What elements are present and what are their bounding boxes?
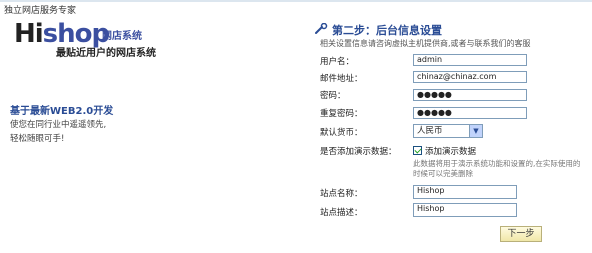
username-input[interactable]: admin	[413, 54, 527, 66]
chevron-down-icon[interactable]: ▼	[469, 125, 482, 137]
step-title: 第二步：后台信息设置	[332, 24, 442, 37]
header-tagline: 独立网店服务专家	[4, 6, 77, 16]
email-input[interactable]: chinaz@chinaz.com	[413, 71, 527, 83]
demo-data-note: 此数据将用于演示系统功能和设置的,在实际使用的时候可以完美删除	[413, 159, 581, 178]
top-strip	[0, 0, 592, 2]
confirm-password-label: 重复密码：	[320, 109, 363, 119]
currency-selected: 人民币	[417, 126, 443, 136]
brand-slogan: 最贴近用户的网店系统	[56, 48, 156, 59]
email-label: 邮件地址：	[320, 74, 363, 84]
store-desc-label: 站点描述：	[320, 208, 363, 218]
username-label: 用户名：	[320, 57, 355, 67]
demo-data-label: 是否添加演示数据：	[320, 147, 397, 157]
currency-label: 默认货币：	[320, 128, 363, 138]
demo-data-checkbox[interactable]	[413, 146, 422, 155]
store-desc-input[interactable]: Hishop	[413, 203, 517, 217]
left-panel-title: 基于最新WEB2.0开发	[10, 106, 114, 117]
store-name-input[interactable]: Hishop	[413, 185, 517, 199]
left-panel-desc: 使您在同行业中遥遥领先,轻松随眼可手!	[10, 120, 107, 144]
wrench-icon	[315, 23, 328, 34]
store-name-label: 站点名称：	[320, 189, 363, 199]
step-hint: 相关设置信息请咨询虚拟主机提供商,或者与联系我们的客服	[320, 39, 531, 48]
currency-select[interactable]: 人民币 ▼	[413, 124, 483, 138]
password-label: 密码：	[320, 91, 346, 101]
password-input[interactable]: ●●●●●	[413, 89, 527, 101]
next-button[interactable]: 下一步	[500, 226, 542, 242]
demo-data-checkbox-label[interactable]: 添加演示数据	[425, 145, 476, 157]
logo-subtitle: 网店系统	[102, 31, 142, 42]
logo-hi: Hi	[14, 19, 44, 49]
confirm-password-input[interactable]: ●●●●●	[413, 107, 527, 119]
